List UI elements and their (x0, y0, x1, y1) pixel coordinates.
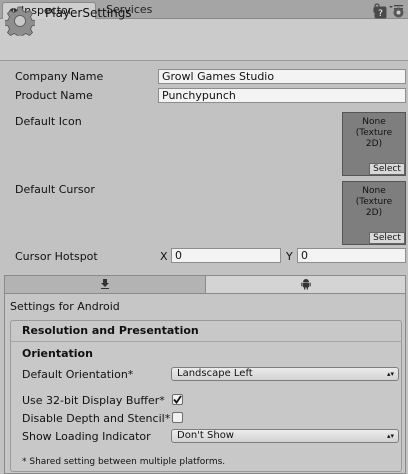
default-cursor-value: None (Texture 2D) (355, 186, 393, 218)
default-cursor-select-button[interactable]: Select (369, 232, 405, 244)
use-32bit-label: Use 32-bit Display Buffer* (22, 394, 165, 407)
cursor-hotspot-label: Cursor Hotspot (15, 250, 98, 263)
resolution-section-title[interactable]: Resolution and Presentation (22, 324, 199, 337)
settings-for-label: Settings for Android (10, 300, 120, 313)
loading-indicator-label: Show Loading Indicator (22, 430, 151, 443)
help-icon[interactable]: ? (374, 6, 387, 19)
default-icon-value: None (Texture 2D) (355, 117, 393, 149)
divider (10, 341, 402, 342)
svg-text:?: ? (378, 9, 383, 19)
use-32bit-checkbox[interactable] (172, 394, 183, 405)
tab-android[interactable] (206, 276, 405, 293)
company-name-field[interactable]: Growl Games Studio (158, 69, 406, 84)
disable-depth-label: Disable Depth and Stencil* (22, 412, 171, 425)
dropdown-arrow-icon: ▴▾ (386, 370, 394, 378)
hotspot-x-field[interactable]: 0 (171, 248, 281, 263)
default-cursor-label: Default Cursor (15, 183, 95, 196)
default-orientation-label: Default Orientation* (22, 368, 134, 381)
default-cursor-field[interactable]: None (Texture 2D) Select (342, 181, 406, 245)
default-icon-field[interactable]: None (Texture 2D) Select (342, 112, 406, 176)
page-title: PlayerSettings (45, 6, 132, 20)
android-icon (301, 278, 311, 293)
settings-icon[interactable] (392, 6, 405, 19)
download-icon (100, 279, 110, 292)
loading-indicator-dropdown[interactable]: Don't Show ▴▾ (171, 429, 399, 443)
default-orientation-dropdown[interactable]: Landscape Left ▴▾ (171, 367, 399, 381)
dropdown-arrow-icon: ▴▾ (386, 432, 394, 440)
tab-standalone[interactable] (5, 276, 206, 293)
inspector-header (0, 19, 408, 61)
default-icon-select-button[interactable]: Select (369, 163, 405, 175)
default-icon-label: Default Icon (15, 115, 82, 128)
orientation-section-title: Orientation (22, 347, 93, 360)
platform-tabs (4, 275, 406, 294)
footnote: * Shared setting between multiple platfo… (22, 457, 226, 467)
hotspot-y-label: Y (286, 250, 293, 263)
gear-icon (3, 6, 37, 40)
loading-indicator-value: Don't Show (177, 430, 234, 441)
default-orientation-value: Landscape Left (177, 368, 253, 379)
product-name-field[interactable]: Punchypunch (158, 88, 406, 103)
product-name-label: Product Name (15, 89, 93, 102)
hotspot-x-label: X (160, 250, 168, 263)
company-name-label: Company Name (15, 70, 104, 83)
disable-depth-checkbox[interactable] (172, 412, 183, 423)
hotspot-y-field[interactable]: 0 (297, 248, 406, 263)
